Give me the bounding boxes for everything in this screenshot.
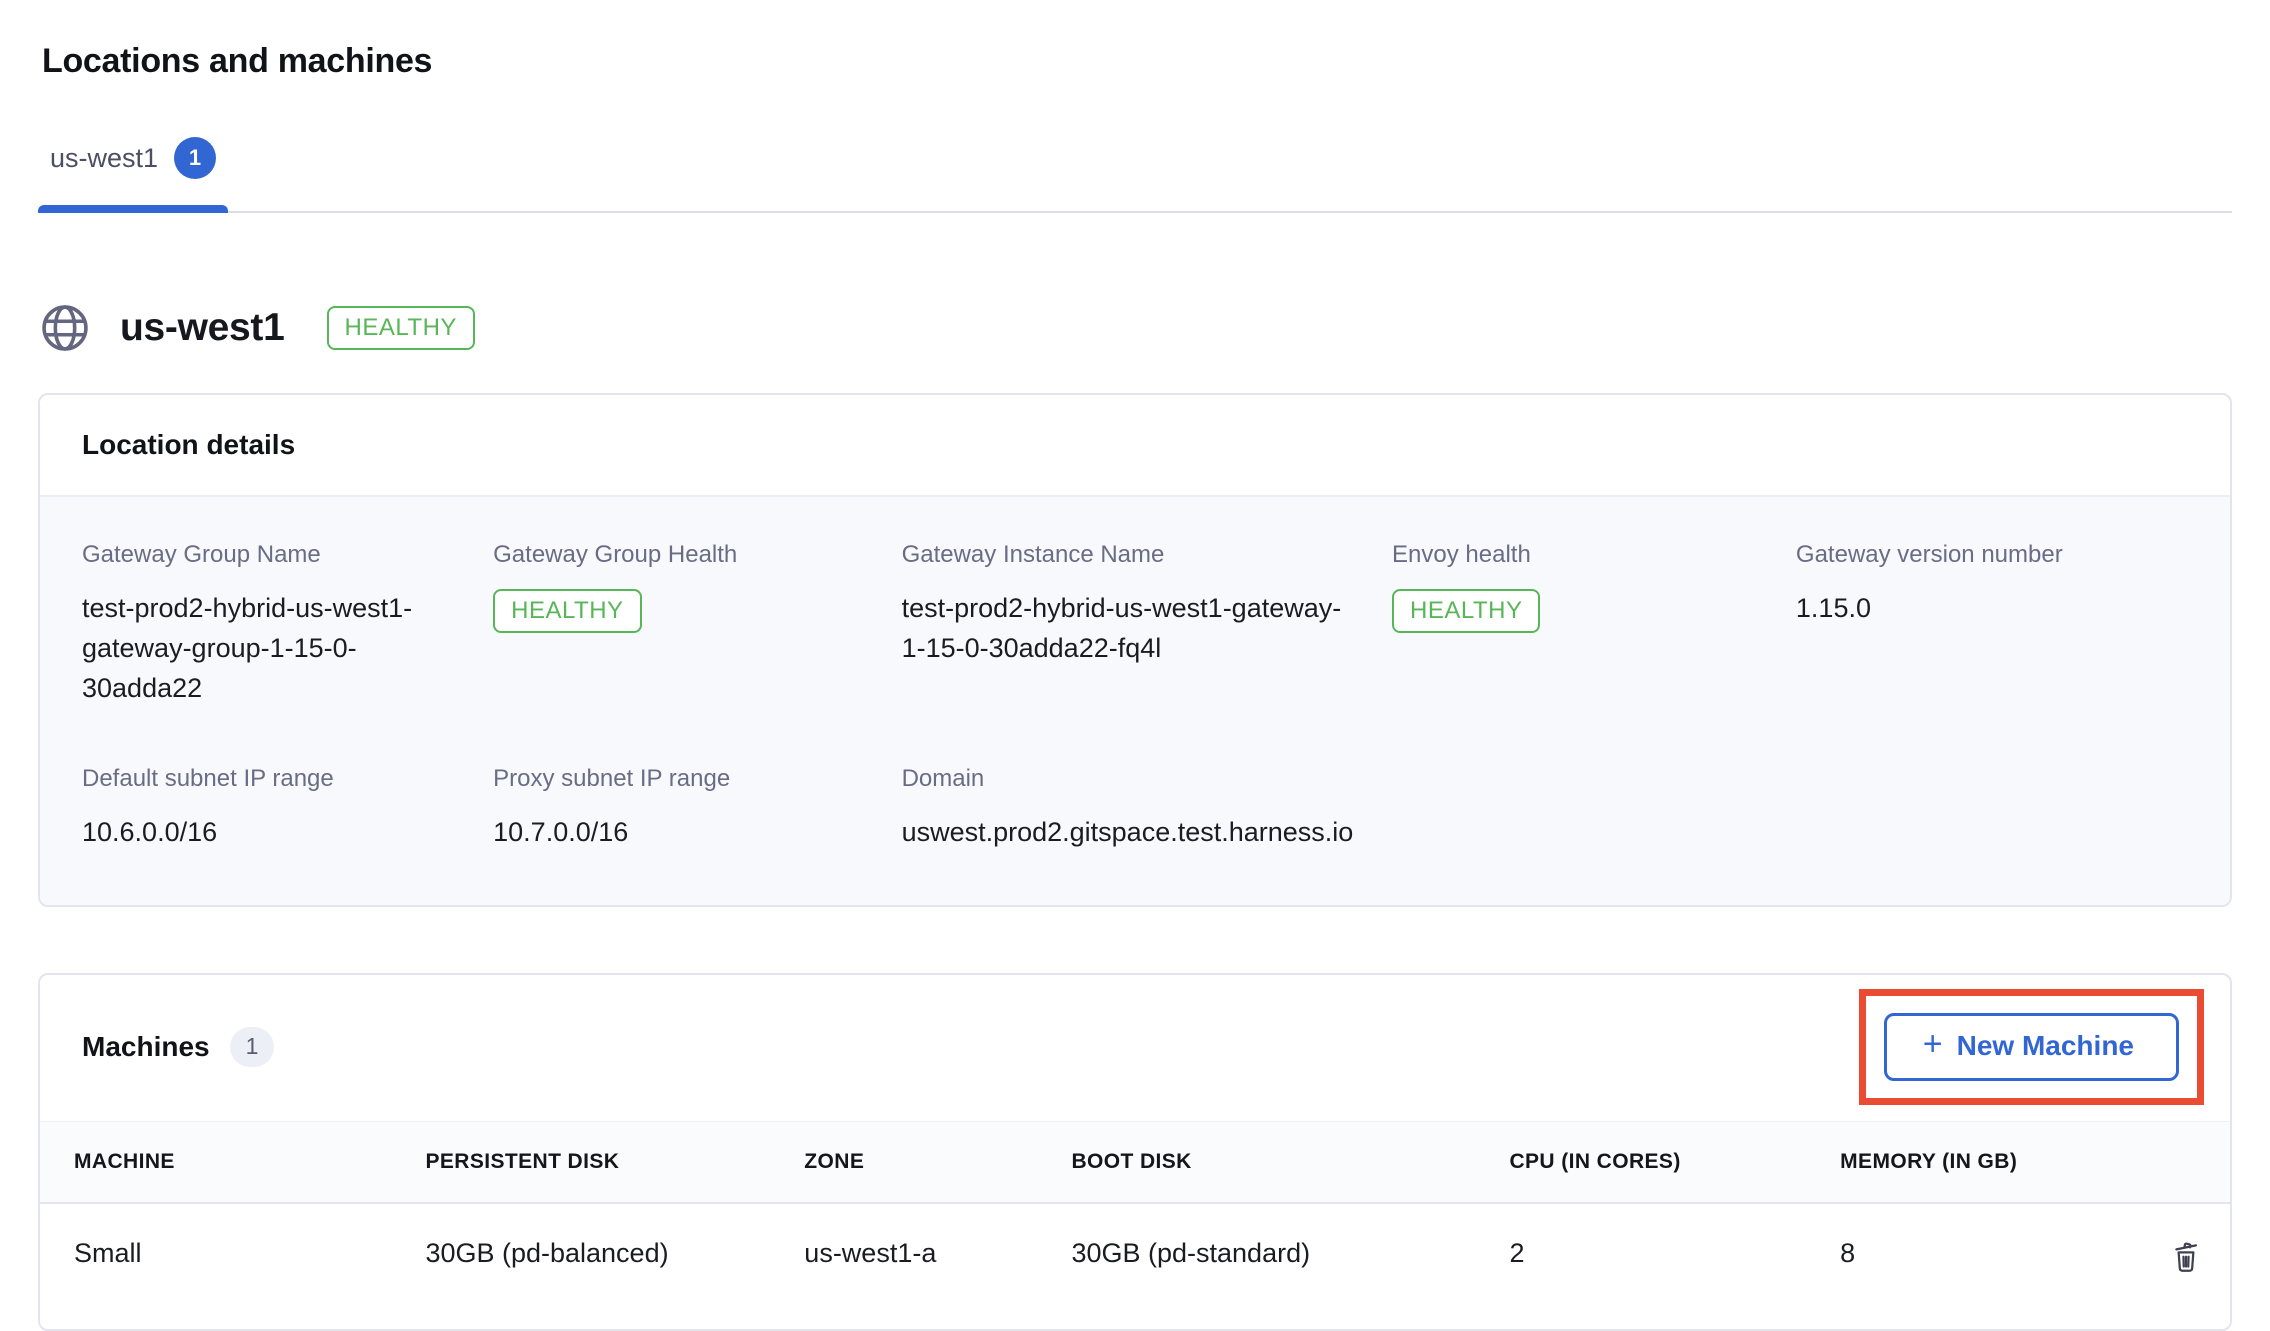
machine-row-small[interactable]: Small 30GB (pd-balanced) us-west1-a 30GB… (40, 1203, 2230, 1329)
field-value: 10.7.0.0/16 (493, 813, 853, 853)
field-gateway-group-health: Gateway Group Health HEALTHY (493, 541, 871, 709)
field-label: Domain (902, 765, 1766, 793)
field-value: test-prod2-hybrid-us-west1-gateway-group… (82, 589, 442, 709)
tab-label: us-west1 (50, 143, 158, 174)
field-label: Envoy health (1392, 541, 1766, 569)
col-zone: ZONE (804, 1122, 1071, 1204)
field-value: test-prod2-hybrid-us-west1-gateway-1-15-… (902, 589, 1362, 669)
location-details-body: Gateway Group Name test-prod2-hybrid-us-… (40, 495, 2230, 905)
location-details-header: Location details (40, 395, 2230, 495)
page-title: Locations and machines (38, 42, 2232, 81)
cell-machine: Small (40, 1203, 425, 1329)
gateway-group-health-badge: HEALTHY (493, 589, 641, 633)
field-value: 1.15.0 (1796, 589, 2156, 629)
field-proxy-subnet: Proxy subnet IP range 10.7.0.0/16 (493, 765, 871, 853)
cell-persistent-disk: 30GB (pd-balanced) (425, 1203, 804, 1329)
trash-icon (2168, 1238, 2204, 1277)
col-persistent-disk: PERSISTENT DISK (425, 1122, 804, 1204)
field-label: Gateway Group Health (493, 541, 871, 569)
field-label: Gateway version number (1796, 541, 2188, 569)
field-value: 10.6.0.0/16 (82, 813, 442, 853)
field-gateway-group-name: Gateway Group Name test-prod2-hybrid-us-… (82, 541, 463, 709)
machines-title-wrap: Machines 1 (82, 1027, 274, 1067)
field-domain: Domain uswest.prod2.gitspace.test.harnes… (902, 765, 1766, 853)
location-details-title: Location details (82, 429, 2188, 461)
location-header: us-west1 HEALTHY (38, 301, 2232, 355)
field-label: Gateway Group Name (82, 541, 463, 569)
machines-title: Machines (82, 1031, 210, 1063)
globe-icon (38, 301, 92, 355)
cell-cpu: 2 (1509, 1203, 1840, 1329)
col-actions (2134, 1122, 2230, 1204)
location-details-grid: Gateway Group Name test-prod2-hybrid-us-… (82, 541, 2188, 853)
location-details-card: Location details Gateway Group Name test… (38, 393, 2232, 907)
field-label: Gateway Instance Name (902, 541, 1362, 569)
location-status-badge: HEALTHY (327, 306, 475, 350)
cell-boot-disk: 30GB (pd-standard) (1071, 1203, 1509, 1329)
cell-actions (2134, 1203, 2230, 1329)
annotation-highlight-box: + New Machine (1859, 989, 2204, 1105)
machines-table-header-row: MACHINE PERSISTENT DISK ZONE BOOT DISK C… (40, 1122, 2230, 1204)
field-label: Default subnet IP range (82, 765, 463, 793)
col-machine: MACHINE (40, 1122, 425, 1204)
envoy-health-badge: HEALTHY (1392, 589, 1540, 633)
new-machine-button[interactable]: + New Machine (1884, 1013, 2179, 1081)
tab-count-badge: 1 (174, 137, 216, 179)
tab-us-west1[interactable]: us-west1 1 (38, 137, 228, 213)
field-default-subnet: Default subnet IP range 10.6.0.0/16 (82, 765, 463, 853)
field-gateway-version: Gateway version number 1.15.0 (1796, 541, 2188, 709)
field-value: uswest.prod2.gitspace.test.harness.io (902, 813, 1766, 853)
machines-card: Machines 1 + New Machine MACHINE PERSIST… (38, 973, 2232, 1331)
field-gateway-instance-name: Gateway Instance Name test-prod2-hybrid-… (902, 541, 1362, 709)
delete-machine-button[interactable] (2168, 1238, 2204, 1277)
machines-table: MACHINE PERSISTENT DISK ZONE BOOT DISK C… (40, 1121, 2230, 1329)
machines-count-badge: 1 (230, 1027, 275, 1067)
field-label: Proxy subnet IP range (493, 765, 871, 793)
cell-memory: 8 (1840, 1203, 2133, 1329)
col-memory: MEMORY (IN GB) (1840, 1122, 2133, 1204)
machines-header: Machines 1 + New Machine (40, 975, 2230, 1121)
location-name: us-west1 (120, 306, 285, 350)
tab-bar: us-west1 1 (38, 137, 2232, 213)
plus-icon: + (1923, 1026, 1943, 1063)
page: Locations and machines us-west1 1 us-wes… (0, 0, 2270, 1331)
cell-zone: us-west1-a (804, 1203, 1071, 1329)
field-envoy-health: Envoy health HEALTHY (1392, 541, 1766, 709)
col-boot-disk: BOOT DISK (1071, 1122, 1509, 1204)
col-cpu: CPU (IN CORES) (1509, 1122, 1840, 1204)
new-machine-label: New Machine (1957, 1031, 2134, 1062)
